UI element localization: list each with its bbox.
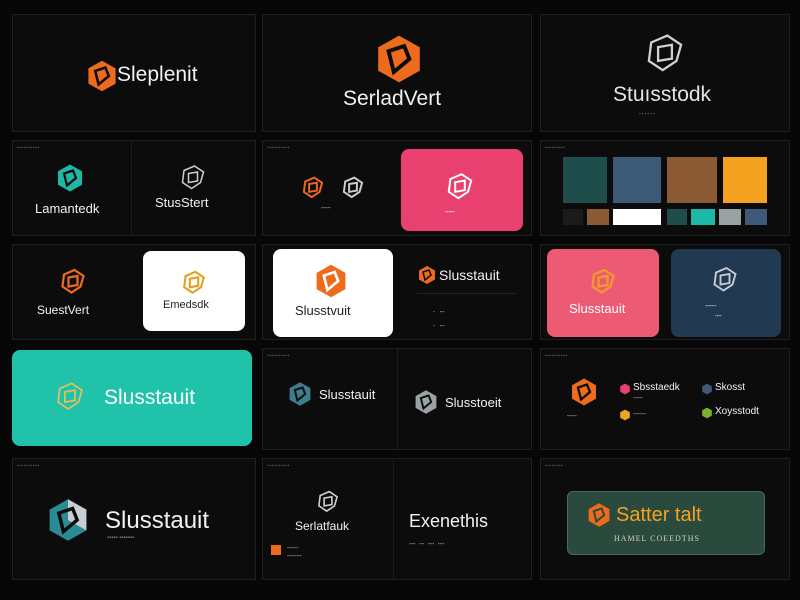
- tile-15: ▪▪▪▪▪▪▪▪ Satter talt HAMEL COEEDTHS: [540, 458, 790, 580]
- logo-knot-icon: [58, 164, 82, 192]
- logo-knot-icon: [647, 34, 683, 72]
- pink-card: ▪▪▪▪▪▪: [401, 149, 523, 231]
- brand-wordmark: Sbsstaedk: [633, 382, 680, 393]
- brand-wordmark: Stuısstodk: [613, 83, 712, 106]
- logo-knot-icon: [447, 173, 473, 200]
- tile-10: Slusstauit: [12, 348, 256, 450]
- brand-wordmark: Serlatfauk: [295, 519, 350, 533]
- brand-wordmark: Slusstvuit: [295, 303, 351, 318]
- tile-caption: ▪▪▪▪▪▪▪▪▪: [545, 145, 566, 151]
- tagline: HAMEL COEEDTHS: [614, 534, 700, 543]
- brand-wordmark: Satter talt: [616, 504, 702, 526]
- tile-caption: ▪▪▪▪▪▪▪▪▪▪: [17, 463, 40, 469]
- swatch: [613, 209, 661, 225]
- brand-wordmark: Slusstauit: [439, 267, 500, 283]
- logo-knot-icon: [318, 490, 339, 513]
- tagline: ▪▪▪▪▪▪: [321, 205, 331, 210]
- forest-card: Satter talt HAMEL COEEDTHS: [567, 491, 765, 555]
- tile-3: Stuısstodk ▪ ▪ ▪ ▪ ▪ ▪: [540, 14, 790, 132]
- brand-wordmark: Slusstauit: [104, 386, 196, 409]
- logo-knot-icon: [316, 264, 346, 298]
- tile-4: ▪▪▪▪▪▪▪▪▪▪ Lamantedk StusStert: [12, 140, 256, 236]
- logo-knot-icon: [620, 383, 630, 395]
- logo-knot-icon: [57, 382, 83, 410]
- brand-wordmark: SuestVert: [37, 303, 90, 317]
- logo-knot-icon: [289, 382, 311, 406]
- logo-knot-icon: [588, 503, 610, 527]
- tile-9: Slusstauit ▪▪▪▪▪▪▪ ▪▪▪▪: [540, 244, 790, 340]
- tile-caption: ▪▪▪▪▪▪▪▪▪▪: [267, 463, 290, 469]
- logo-knot-icon: [620, 409, 630, 421]
- logo-knot-icon: [302, 176, 324, 199]
- brand-wordmark: Skosst: [715, 382, 746, 393]
- tile-14: ▪▪▪▪▪▪▪▪▪▪ Serlatfauk ▪▪▪▪▪▪▪ ▪▪▪▪▪▪▪▪▪ …: [262, 458, 532, 580]
- brand-wordmark: Emedsdk: [163, 299, 209, 311]
- logo-knot-icon: [342, 176, 364, 199]
- logo-knot-icon: [415, 390, 437, 414]
- logo-knot-icon: [702, 383, 712, 395]
- tagline: ▪ ▪ ▪ ▪ ▪ ▪: [639, 111, 655, 116]
- white-card: Emedsdk: [143, 251, 245, 331]
- brand-wordmark: Slusstauit: [105, 507, 210, 534]
- coral-card: Slusstauit: [547, 249, 659, 337]
- logo-knot-icon: [378, 35, 420, 83]
- brand-wordmark: Lamantedk: [35, 201, 100, 216]
- brand-wordmark: Slusstauit: [319, 387, 376, 402]
- swatch: [723, 157, 767, 203]
- navy-card: ▪▪▪▪▪▪▪ ▪▪▪▪: [671, 249, 781, 337]
- tile-13: ▪▪▪▪▪▪▪▪▪▪ Slusstauit ▪▪▪▪▪ ▪▪▪▪▪▪▪: [12, 458, 256, 580]
- brand-wordmark: StusStert: [155, 195, 209, 210]
- swatch: [745, 209, 767, 225]
- logo-knot-icon: [702, 407, 712, 419]
- logo-knot-icon: [88, 60, 116, 92]
- white-card: Slusstvuit: [273, 249, 393, 337]
- tile-2: SerladVert: [262, 14, 532, 132]
- swatch: [719, 209, 741, 225]
- brand-wordmark: Slusstoeit: [445, 395, 502, 410]
- brand-wordmark: Slusstauit: [569, 301, 626, 316]
- logo-knot-icon: [713, 266, 737, 292]
- logo-knot-icon: [61, 268, 85, 294]
- brand-wordmark: Xoysstodt: [715, 406, 759, 417]
- logo-knot-icon: [183, 270, 206, 295]
- tile-8: Slusstvuit Slusstauit ▪ ▪▪▪ ▪ ▪▪▪: [262, 244, 532, 340]
- swatch: [613, 157, 661, 203]
- tile-6: ▪▪▪▪▪▪▪▪▪: [540, 140, 790, 236]
- swatch: [563, 157, 607, 203]
- tile-caption: ▪▪▪▪▪▪▪▪▪▪: [267, 353, 290, 359]
- tile-12: ▪▪▪▪▪▪▪▪▪▪ ▪▪▪▪▪▪ Sbsstaedk ▪▪▪▪▪▪ Skoss…: [540, 348, 790, 450]
- swatch: [587, 209, 609, 225]
- swatch: [563, 209, 583, 225]
- mint-card: Slusstauit: [12, 350, 252, 446]
- tile-caption: ▪▪▪▪▪▪▪▪: [545, 463, 564, 469]
- tile-caption: ▪▪▪▪▪▪▪▪▪▪: [17, 145, 40, 151]
- logo-knot-icon: [419, 266, 435, 284]
- tile-1: Sleplenit: [12, 14, 256, 132]
- tile-caption: ▪▪▪▪▪▪▪▪▪▪: [267, 145, 290, 151]
- logo-knot-icon: [572, 378, 596, 406]
- brand-wordmark: SerladVert: [343, 87, 442, 110]
- brand-wordmark: Exenethis: [409, 511, 489, 531]
- swatch: [691, 209, 715, 225]
- brand-wordmark: Sleplenit: [117, 63, 198, 86]
- tile-7: SuestVert Emedsdk: [12, 244, 256, 340]
- color-chip: [271, 545, 281, 555]
- tile-caption: ▪▪▪▪▪▪▪▪▪▪: [545, 353, 568, 359]
- tile-11: ▪▪▪▪▪▪▪▪▪▪ Slusstauit Slusstoeit: [262, 348, 532, 450]
- logo-knot-icon: [591, 268, 615, 294]
- swatch: [667, 157, 717, 203]
- logo-knot-icon: [49, 499, 87, 541]
- logo-knot-icon: [181, 165, 205, 190]
- tile-5: ▪▪▪▪▪▪▪▪▪▪ ▪▪▪▪▪▪ ▪▪▪▪▪▪: [262, 140, 532, 236]
- swatch: [667, 209, 687, 225]
